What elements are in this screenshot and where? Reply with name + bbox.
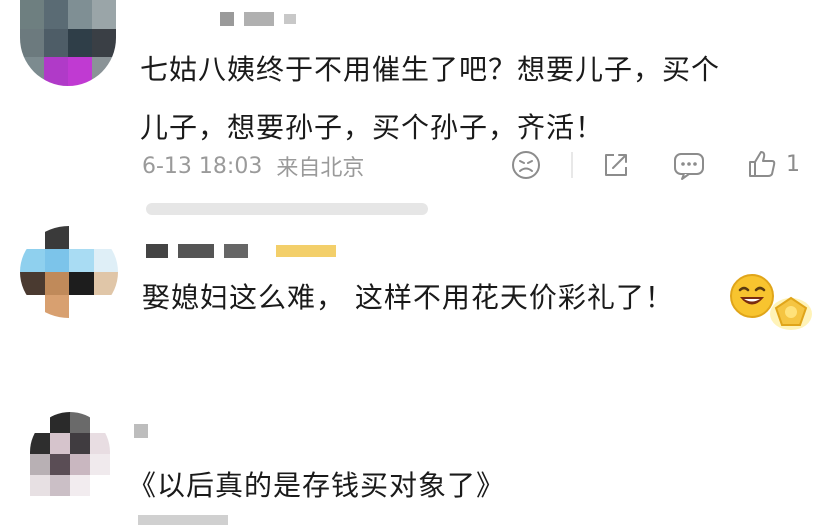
share-button[interactable] <box>600 149 632 181</box>
comment-text: 《以后真的是存钱买对象了》 <box>128 469 506 502</box>
comment-icon <box>674 153 704 180</box>
avatar[interactable] <box>20 226 118 318</box>
comment-meta: 6-13 18:03 来自北京 <box>142 150 364 182</box>
location: 来自北京 <box>276 156 365 181</box>
comment-text: 七姑八姨终于不用催生了吧？想要儿子，买个 儿子，想要孙子，买个孙子，齐活！ <box>140 44 720 154</box>
username-blurred[interactable] <box>134 424 148 438</box>
like-thumb-icon <box>749 151 776 177</box>
reply-button[interactable] <box>672 149 706 181</box>
share-icon <box>605 154 627 176</box>
username-blurred[interactable] <box>146 244 336 258</box>
divider-bar <box>146 203 428 215</box>
dislike-face-icon <box>512 151 540 179</box>
divider <box>571 152 573 178</box>
dislike-button[interactable] <box>510 149 542 181</box>
comment-text-line: 七姑八姨终于不用催生了吧？想要儿子，买个 <box>140 53 721 86</box>
next-comment-preview <box>138 515 228 525</box>
gold-medal-emoji <box>770 296 812 330</box>
avatar[interactable] <box>20 0 116 86</box>
like-button[interactable]: 1 <box>746 148 800 180</box>
avatar[interactable] <box>30 412 110 496</box>
comment-text-line: 儿子，想要孙子，买个孙子，齐活！ <box>140 111 605 144</box>
username-blurred[interactable] <box>220 12 296 26</box>
comment-text: 娶媳妇这么难， 这样不用花天价彩礼了！ <box>142 281 674 314</box>
timestamp: 6-13 18:03 <box>142 153 263 179</box>
like-count: 1 <box>786 151 800 177</box>
